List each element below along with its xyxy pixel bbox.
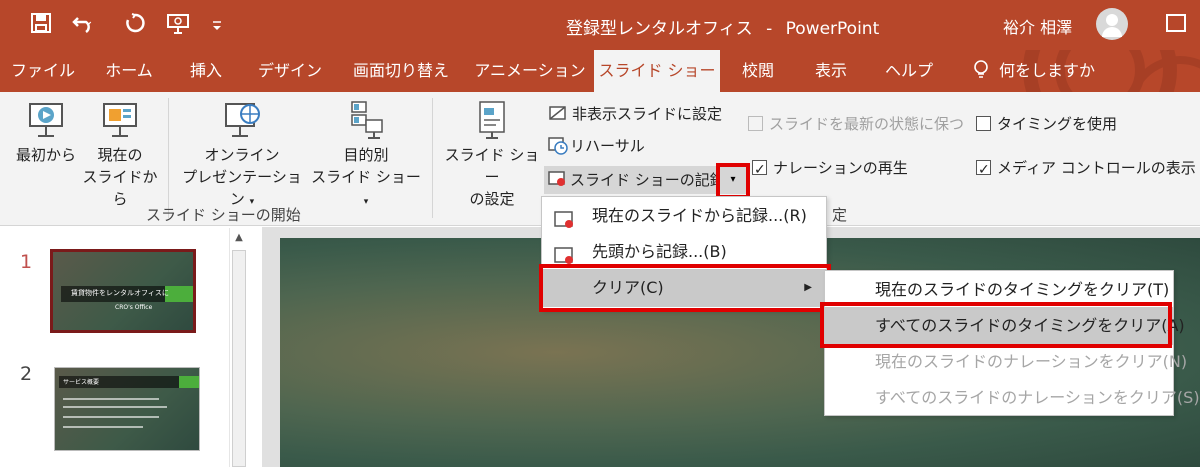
custom-slide-show-button[interactable]: 目的別 スライド ショー ▾ — [310, 100, 422, 213]
from-beginning-label: 最初から — [15, 146, 76, 164]
slide-thumbnail-1[interactable]: 賃貸物件をレンタルオフィスに CRO's Office — [50, 249, 196, 333]
dropdown-arrow-icon: ▾ — [363, 197, 369, 207]
ribbon-separator — [432, 98, 433, 218]
present-from-beginning-icon[interactable] — [166, 12, 190, 41]
keep-slides-updated-checkbox: スライドを最新の状態に保つ — [748, 110, 964, 138]
save-icon[interactable] — [30, 12, 52, 39]
window-title: 登録型レンタルオフィス - PowerPoint — [566, 14, 879, 39]
avatar[interactable] — [1096, 8, 1128, 40]
scrollbar-thumb[interactable] — [232, 250, 246, 467]
group-label-set-up: 定 — [832, 206, 848, 224]
document-title: 登録型レンタルオフィス — [566, 19, 753, 39]
thumbnail-text-line — [63, 406, 167, 408]
tab-design[interactable]: デザイン — [248, 50, 332, 92]
checkbox-checked-icon — [976, 156, 991, 184]
ribbon-display-options-icon[interactable] — [1166, 14, 1186, 32]
checkbox-checked-icon — [752, 156, 767, 184]
customize-qat-icon[interactable] — [212, 16, 222, 40]
tab-transitions[interactable]: 画面切り替え — [342, 50, 460, 92]
redo-icon[interactable] — [124, 12, 146, 39]
show-media-controls-label: メディア コントロールの表示 — [997, 159, 1196, 177]
record-icon — [548, 171, 565, 186]
present-online-label-1: オンライン — [204, 146, 280, 164]
tab-review[interactable]: 校閲 — [730, 50, 786, 92]
tab-help[interactable]: ヘルプ — [872, 50, 946, 92]
slide-thumbnail-2[interactable]: サービス概要 — [54, 367, 200, 451]
present-online-icon — [225, 103, 260, 137]
checkbox-icon — [748, 116, 763, 131]
custom-slide-show-label-2: スライド ショー ▾ — [311, 168, 421, 207]
group-label-start-slide-show: スライド ショーの開始 — [146, 206, 301, 224]
scroll-up-arrow-icon[interactable]: ▲ — [230, 232, 248, 248]
tell-me-label: 何をしますか — [998, 61, 1095, 80]
use-timings-label: タイミングを使用 — [997, 115, 1118, 133]
keep-slides-updated-label: スライドを最新の状態に保つ — [769, 115, 965, 133]
lightbulb-icon — [973, 50, 989, 92]
thumbnail-accent — [179, 376, 199, 388]
hide-slide-button[interactable]: 非表示スライドに設定 — [548, 100, 722, 128]
clear-timing-current-slide-label: 現在のスライドのタイミングをクリア(T) — [875, 280, 1170, 299]
thumbnail-text-line — [63, 426, 143, 428]
hide-slide-icon — [549, 106, 566, 120]
tab-tell-me[interactable]: 何をしますか — [966, 50, 1102, 92]
hide-slide-label: 非表示スライドに設定 — [572, 105, 723, 123]
set-up-slide-show-label-1: スライド ショー — [444, 146, 540, 186]
from-current-slide-button[interactable]: 現在の スライドから — [80, 100, 160, 210]
clear-narrations-all-slides-label: すべてのスライドのナレーションをクリア(S) — [875, 388, 1200, 407]
rehearse-timings-label: リハーサル — [570, 137, 645, 155]
thumbnail-accent — [165, 286, 193, 302]
tab-animations[interactable]: アニメーション — [472, 50, 588, 92]
thumbnail-text-line — [63, 398, 159, 400]
ribbon-separator — [168, 98, 169, 218]
thumbnail-title: サービス概要 — [63, 379, 100, 386]
custom-slide-show-label-1: 目的別 — [343, 146, 389, 164]
highlight-box-clear-all-timings — [820, 302, 1172, 348]
tab-slide-show[interactable]: スライド ショー — [594, 50, 720, 92]
from-current-label-1: 現在の — [97, 146, 143, 164]
thumbnail-text-line — [63, 416, 159, 418]
play-narrations-checkbox[interactable]: ナレーションの再生 — [752, 154, 908, 184]
record-from-current-slide-item[interactable]: 現在のスライドから記録...(R) — [542, 197, 826, 235]
clear-narration-current-slide-item: 現在のスライドのナレーションをクリア(N) — [825, 343, 1187, 381]
user-name[interactable]: 裕介 相澤 — [1003, 14, 1072, 38]
play-narrations-label: ナレーションの再生 — [773, 159, 908, 177]
clear-narrations-all-slides-item: すべてのスライドのナレーションをクリア(S) — [825, 379, 1200, 417]
rehearse-timings-button[interactable]: リハーサル — [548, 132, 645, 160]
undo-icon[interactable] — [72, 12, 98, 39]
title-separator: - — [766, 19, 773, 39]
present-from-beginning-icon — [29, 103, 63, 137]
set-up-slide-show-label-2: の設定 — [469, 190, 515, 208]
set-up-slide-show-button[interactable]: スライド ショー の設定 — [444, 100, 540, 210]
slide-thumbnail-panel: 1 賃貸物件をレンタルオフィスに CRO's Office 2 サービス概要 — [0, 227, 260, 467]
title-bar: 登録型レンタルオフィス - PowerPoint 裕介 相澤 — [0, 0, 1200, 50]
highlight-box-record-dropdown — [716, 163, 750, 199]
present-online-button[interactable]: オンライン プレゼンテーション ▾ — [176, 100, 308, 213]
show-media-controls-checkbox[interactable]: メディア コントロールの表示 — [976, 154, 1196, 184]
record-slide-show-button[interactable]: スライド ショーの記録 — [544, 166, 725, 194]
thumbnail-subtitle: CRO's Office — [115, 304, 153, 311]
record-from-current-slide-label: 現在のスライドから記録...(R) — [592, 206, 807, 225]
record-slide-show-label: スライド ショーの記録 — [570, 171, 725, 189]
custom-slide-show-icon — [351, 101, 383, 139]
tab-view[interactable]: 表示 — [802, 50, 860, 92]
highlight-box-clear — [539, 264, 831, 312]
clear-narration-current-slide-label: 現在のスライドのナレーションをクリア(N) — [875, 352, 1188, 371]
ribbon-tab-bar: ファイル ホーム 挿入 デザイン 画面切り替え アニメーション スライド ショー… — [0, 50, 1200, 142]
app-name: PowerPoint — [785, 19, 880, 39]
use-timings-checkbox[interactable]: タイミングを使用 — [976, 110, 1117, 138]
thumbnail-title: 賃貸物件をレンタルオフィスに — [71, 289, 169, 297]
record-from-beginning-label: 先頭から記録...(B) — [592, 242, 727, 261]
slide-number: 2 — [20, 363, 33, 385]
slide-number: 1 — [20, 251, 33, 273]
timer-icon — [548, 137, 568, 155]
tab-home[interactable]: ホーム — [92, 50, 166, 92]
checkbox-icon — [976, 116, 991, 131]
present-from-current-icon — [103, 103, 137, 137]
tab-insert[interactable]: 挿入 — [176, 50, 236, 92]
set-up-slide-show-icon — [479, 101, 505, 139]
tab-file[interactable]: ファイル — [6, 50, 80, 92]
from-beginning-button[interactable]: 最初から — [10, 100, 82, 166]
